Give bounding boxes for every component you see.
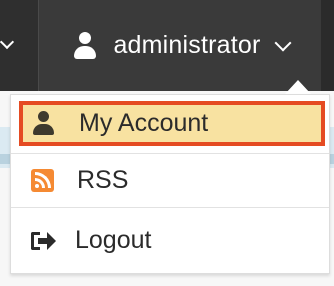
menu-divider (11, 207, 329, 208)
menu-item-label: My Account (79, 109, 209, 137)
menu-item-label: Logout (75, 226, 152, 254)
user-icon (31, 111, 56, 136)
account-menu-screen: administrator My Account RSS Logout (0, 0, 334, 286)
user-dropdown-menu: My Account RSS Logout (10, 94, 330, 274)
menu-item-logout[interactable]: Logout (11, 213, 329, 268)
menu-caret (285, 80, 311, 94)
menu-item-label: RSS (77, 165, 129, 194)
rss-icon (31, 168, 54, 192)
username: administrator (113, 31, 261, 59)
menu-item-rss[interactable]: RSS (11, 154, 329, 206)
user-icon (71, 31, 99, 60)
logout-icon (31, 230, 56, 252)
user-menu-toggle[interactable]: administrator (39, 0, 321, 91)
previous-menu-toggle[interactable] (0, 0, 38, 91)
chevron-down-icon (274, 34, 292, 51)
top-navigation-bar: administrator (0, 0, 334, 91)
chevron-down-icon (0, 34, 15, 49)
top-navigation-edge (321, 0, 334, 91)
menu-item-my-account[interactable]: My Account (11, 101, 329, 146)
